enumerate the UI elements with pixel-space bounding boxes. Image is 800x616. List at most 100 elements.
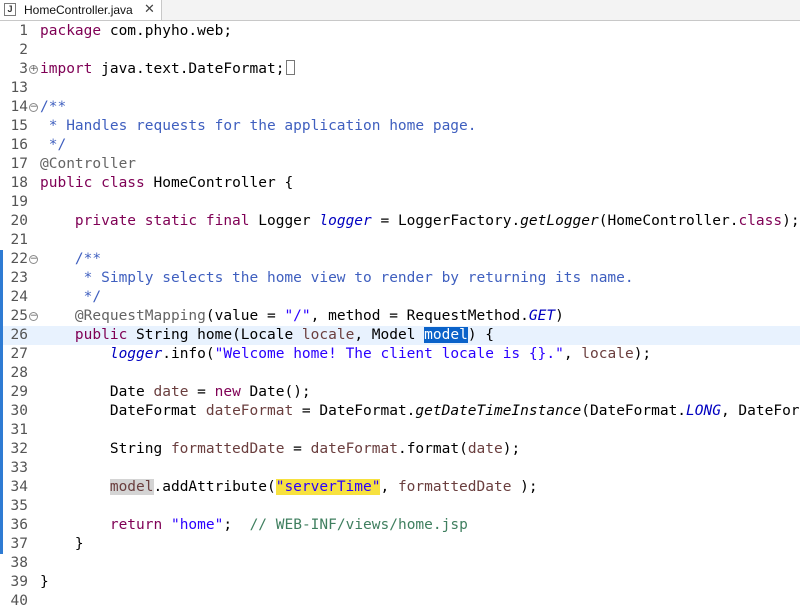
code-token: Date(); <box>240 384 311 400</box>
code-line[interactable]: 29 Date date = new Date(); <box>0 383 800 402</box>
code-token: , Model <box>354 327 425 343</box>
code-line[interactable]: 38 <box>0 554 800 573</box>
code-text: Date date = new Date(); <box>40 383 311 402</box>
code-line[interactable]: 32 String formattedDate = dateFormat.for… <box>0 440 800 459</box>
code-token: com.phyho.web; <box>101 23 233 39</box>
collapse-fold-icon[interactable]: − <box>29 312 38 321</box>
code-text: /** <box>40 250 101 269</box>
line-number: 14 <box>10 99 28 115</box>
line-number: 20 <box>10 213 28 229</box>
code-text: @RequestMapping(value = "/", method = Re… <box>40 307 564 326</box>
code-token: public class <box>40 175 145 191</box>
close-tab-icon[interactable]: ✕ <box>144 1 155 17</box>
code-line[interactable]: 22− /** <box>0 250 800 269</box>
code-line[interactable]: 20 private static final Logger logger = … <box>0 212 800 231</box>
code-line[interactable]: 13 <box>0 79 800 98</box>
code-line[interactable]: 14−/** <box>0 98 800 117</box>
code-line[interactable]: 39} <box>0 573 800 592</box>
code-text: return "home"; // WEB-INF/views/home.jsp <box>40 516 468 535</box>
expand-fold-icon[interactable]: + <box>29 65 38 74</box>
code-line[interactable]: 24 */ <box>0 288 800 307</box>
code-line[interactable]: 27 logger.info("Welcome home! The client… <box>0 345 800 364</box>
code-token: Date <box>40 384 154 400</box>
code-line[interactable]: 31 <box>0 421 800 440</box>
code-token: ); <box>633 346 652 362</box>
code-line[interactable]: 30 DateFormat dateFormat = DateFormat.ge… <box>0 402 800 421</box>
code-token: @RequestMapping <box>74 308 206 324</box>
code-token: date <box>467 441 503 457</box>
code-text: */ <box>40 136 66 155</box>
code-line[interactable]: 19 <box>0 193 800 212</box>
code-token: logger <box>109 346 163 362</box>
code-text: String formattedDate = dateFormat.format… <box>40 440 520 459</box>
tab-homecontroller-java[interactable]: J HomeController.java ✕ <box>0 0 162 20</box>
line-number: 22 <box>10 251 28 267</box>
line-number: 32 <box>10 441 28 457</box>
line-number: 2 <box>19 42 28 58</box>
code-text: import java.text.DateFormat; <box>40 60 296 79</box>
code-line[interactable]: 17 @Controller <box>0 155 800 174</box>
line-number: 23 <box>10 270 28 286</box>
line-number: 16 <box>10 137 28 153</box>
collapse-fold-icon[interactable]: − <box>29 255 38 264</box>
code-token: LONG <box>686 403 721 419</box>
code-token: = DateFormat. <box>293 403 416 419</box>
code-line[interactable]: 21 <box>0 231 800 250</box>
code-token: * Simply selects the home view to render… <box>40 270 634 286</box>
code-token: */ <box>40 137 67 153</box>
code-line[interactable]: 34 model.addAttribute("serverTime", form… <box>0 478 800 497</box>
code-token: formattedDate <box>170 441 285 457</box>
line-number: 15 <box>10 118 28 134</box>
collapse-fold-icon[interactable]: − <box>29 103 38 112</box>
code-token: DateFormat <box>40 403 206 419</box>
line-number: 33 <box>10 460 28 476</box>
code-token: */ <box>40 289 102 305</box>
code-token: = <box>188 384 215 400</box>
code-line[interactable]: 16 */ <box>0 136 800 155</box>
line-number: 13 <box>10 80 28 96</box>
code-token: ); <box>782 213 800 229</box>
code-editor[interactable]: 1 package com.phyho.web; 2 3 + import java.te… <box>0 20 800 616</box>
code-line[interactable]: 26 public String home(Locale locale, Mod… <box>0 326 800 345</box>
code-token: ); <box>502 441 521 457</box>
code-token: java.text.DateFormat; <box>92 61 285 77</box>
code-line[interactable]: 2 <box>0 41 800 60</box>
line-number: 30 <box>10 403 28 419</box>
code-token: dateFormat <box>310 441 398 457</box>
code-token: , <box>380 479 398 495</box>
code-line[interactable]: 3 + import java.text.DateFormat; <box>0 60 800 79</box>
code-line[interactable]: 23 * Simply selects the home view to ren… <box>0 269 800 288</box>
code-token: = LoggerFactory. <box>371 213 521 229</box>
code-line[interactable]: 37 } <box>0 535 800 554</box>
code-line[interactable]: 40 <box>0 592 800 611</box>
code-line[interactable]: 36 return "home"; // WEB-INF/views/home.… <box>0 516 800 535</box>
code-line[interactable]: 25− @RequestMapping(value = "/", method … <box>0 307 800 326</box>
code-text: private static final Logger logger = Log… <box>40 212 800 231</box>
code-token: String <box>40 441 171 457</box>
line-number: 31 <box>10 422 28 438</box>
code-line[interactable]: 18 public class HomeController { <box>0 174 800 193</box>
code-line[interactable]: 33 <box>0 459 800 478</box>
code-token: , <box>563 346 582 362</box>
line-number: 36 <box>10 517 28 533</box>
code-token: * Handles requests for the application h… <box>40 118 477 134</box>
code-line[interactable]: 1 package com.phyho.web; <box>0 22 800 41</box>
code-token: logger <box>319 213 372 229</box>
code-text: * Simply selects the home view to render… <box>40 269 634 288</box>
line-number: 17 <box>10 156 28 172</box>
code-token: , method = RequestMethod. <box>310 308 529 324</box>
code-line[interactable]: 35 <box>0 497 800 516</box>
code-token: locale <box>581 346 634 362</box>
code-line[interactable]: 15 * Handles requests for the applicatio… <box>0 117 800 136</box>
code-token: .info( <box>162 346 215 362</box>
line-number: 35 <box>10 498 28 514</box>
code-token: "home" <box>170 517 224 533</box>
code-text: DateFormat dateFormat = DateFormat.getDa… <box>40 402 800 421</box>
line-number: 40 <box>10 593 28 609</box>
code-line[interactable]: 28 <box>0 364 800 383</box>
tab-label: HomeController.java <box>24 3 133 17</box>
code-token: /** <box>74 251 102 267</box>
code-token: GET <box>528 308 556 324</box>
code-token: (HomeController. <box>598 213 739 229</box>
